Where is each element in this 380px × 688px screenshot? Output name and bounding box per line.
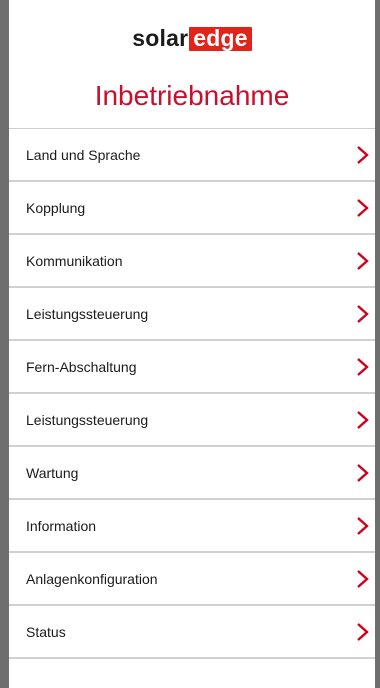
device-frame-left bbox=[0, 0, 9, 688]
menu-item-anlagenkonfiguration[interactable]: Anlagenkonfiguration bbox=[9, 553, 375, 606]
menu-item-information[interactable]: Information bbox=[9, 500, 375, 553]
solaredge-logo: solar edge bbox=[9, 25, 375, 53]
menu-item-kopplung[interactable]: Kopplung bbox=[9, 182, 375, 235]
chevron-right-icon bbox=[357, 304, 369, 323]
menu-item-leistungssteuerung-2[interactable]: Leistungssteuerung bbox=[9, 394, 375, 447]
menu-item-kommunikation[interactable]: Kommunikation bbox=[9, 235, 375, 288]
menu-item-label: Fern-Abschaltung bbox=[26, 358, 137, 375]
chevron-right-icon bbox=[357, 410, 369, 429]
device-frame-right bbox=[375, 0, 380, 688]
menu-item-label: Leistungssteuerung bbox=[26, 411, 149, 428]
chevron-right-icon bbox=[357, 251, 369, 270]
chevron-right-icon bbox=[357, 622, 369, 641]
menu-item-label: Land und Sprache bbox=[26, 146, 141, 163]
menu-item-label: Wartung bbox=[26, 464, 79, 481]
menu-item-status[interactable]: Status bbox=[9, 606, 375, 659]
menu-item-label: Status bbox=[26, 623, 66, 640]
menu-item-label: Anlagenkonfiguration bbox=[26, 570, 158, 587]
page-title: Inbetriebnahme bbox=[94, 80, 290, 111]
chevron-right-icon bbox=[357, 463, 369, 482]
chevron-right-icon bbox=[357, 569, 369, 588]
menu-item-fern-abschaltung[interactable]: Fern-Abschaltung bbox=[9, 341, 375, 394]
menu-item-label: Kommunikation bbox=[26, 252, 123, 269]
commissioning-menu: Land und Sprache Kopplung Kommunikation … bbox=[9, 129, 375, 659]
chevron-right-icon bbox=[357, 357, 369, 376]
header: solar edge Inbetriebnahme bbox=[9, 0, 375, 129]
logo-text-solar: solar bbox=[132, 25, 189, 51]
menu-item-label: Information bbox=[26, 517, 97, 534]
chevron-right-icon bbox=[357, 198, 369, 217]
menu-item-wartung[interactable]: Wartung bbox=[9, 447, 375, 500]
chevron-right-icon bbox=[357, 145, 369, 164]
app-screen: solar edge Inbetriebnahme Land und Sprach… bbox=[9, 0, 375, 688]
menu-item-label: Leistungssteuerung bbox=[26, 305, 149, 322]
chevron-right-icon bbox=[357, 516, 369, 535]
menu-item-label: Kopplung bbox=[26, 199, 86, 216]
menu-item-land-und-sprache[interactable]: Land und Sprache bbox=[9, 129, 375, 182]
logo-text-edge: edge bbox=[189, 26, 252, 51]
menu-item-leistungssteuerung[interactable]: Leistungssteuerung bbox=[9, 288, 375, 341]
